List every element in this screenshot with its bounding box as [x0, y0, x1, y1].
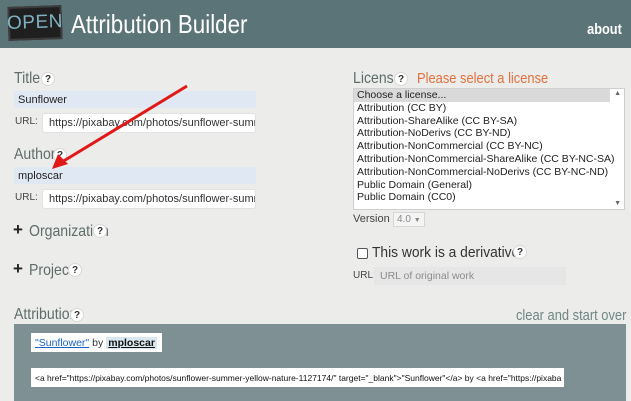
- license-option[interactable]: Attribution-NonCommercial (CC BY-NC): [354, 140, 610, 153]
- version-label: Version: [353, 213, 390, 225]
- original-url-label: URL:: [353, 270, 376, 281]
- chevron-down-icon: ▼: [413, 217, 421, 224]
- derivative-help-icon[interactable]: ?: [513, 245, 527, 259]
- license-option[interactable]: Public Domain (CC0): [354, 191, 610, 204]
- organization-plus-icon[interactable]: +: [13, 220, 23, 240]
- title-help-icon[interactable]: ?: [41, 72, 55, 86]
- clear-button[interactable]: clear and start over: [516, 307, 626, 324]
- author-label: Author: [14, 146, 56, 163]
- scroll-up-icon[interactable]: ▲: [614, 90, 621, 97]
- license-option[interactable]: Attribution-NoDerivs (CC BY-ND): [354, 127, 610, 140]
- scroll-down-icon[interactable]: ▼: [614, 200, 621, 207]
- title-label: Title: [14, 70, 41, 87]
- license-listbox[interactable]: Choose a license... Attribution (CC BY) At…: [353, 88, 625, 210]
- title-url-label: URL:: [15, 116, 38, 127]
- license-option[interactable]: Attribution (CC BY): [354, 102, 610, 115]
- about-link[interactable]: about: [587, 21, 622, 38]
- license-warning: Please select a license: [417, 70, 549, 87]
- attribution-preview: "Sunflower" by mploscar: [31, 333, 162, 352]
- attribution-code[interactable]: <a href="https://pixabay.com/photos/sunf…: [31, 368, 564, 387]
- license-option[interactable]: Attribution-NonCommercial-ShareAlike (CC…: [354, 153, 615, 166]
- open-logo: OPEN: [6, 5, 64, 41]
- app-header: OPEN Attribution Builder about: [0, 0, 631, 48]
- author-url-label: URL:: [15, 192, 38, 203]
- license-option[interactable]: Attribution-ShareAlike (CC BY-SA): [354, 115, 610, 128]
- license-option[interactable]: Attribution-NonCommercial-NoDerivs (CC B…: [354, 166, 610, 179]
- project-plus-icon[interactable]: +: [13, 259, 23, 279]
- version-value: 4.0: [397, 214, 411, 225]
- organization-help-icon[interactable]: ?: [93, 224, 107, 238]
- app-title: Attribution Builder: [71, 9, 248, 39]
- attribution-help-icon[interactable]: ?: [70, 308, 84, 322]
- preview-by: by: [92, 336, 104, 349]
- original-url-input[interactable]: URL of original work: [374, 267, 566, 285]
- license-option[interactable]: Choose a license...: [354, 89, 610, 102]
- derivative-label[interactable]: This work is a derivative: [372, 244, 519, 261]
- title-url-input[interactable]: https://pixabay.com/photos/sunflower-sum…: [42, 113, 256, 133]
- author-help-icon[interactable]: ?: [53, 148, 67, 162]
- project-label[interactable]: Project: [29, 262, 73, 280]
- logo-text: OPEN: [6, 11, 64, 34]
- author-url-input[interactable]: https://pixabay.com/photos/sunflower-sum…: [42, 189, 256, 209]
- version-select[interactable]: 4.0 ▼: [393, 212, 425, 227]
- attribution-label: Attribution: [14, 306, 78, 323]
- license-help-icon[interactable]: ?: [394, 72, 408, 86]
- project-help-icon[interactable]: ?: [68, 263, 82, 277]
- preview-author-link[interactable]: mploscar: [106, 336, 157, 349]
- preview-title-link[interactable]: "Sunflower": [35, 337, 89, 349]
- license-option[interactable]: Public Domain (General): [354, 179, 610, 192]
- title-input[interactable]: Sunflower: [14, 91, 256, 108]
- author-input[interactable]: mploscar: [14, 167, 256, 184]
- derivative-checkbox[interactable]: [357, 248, 368, 259]
